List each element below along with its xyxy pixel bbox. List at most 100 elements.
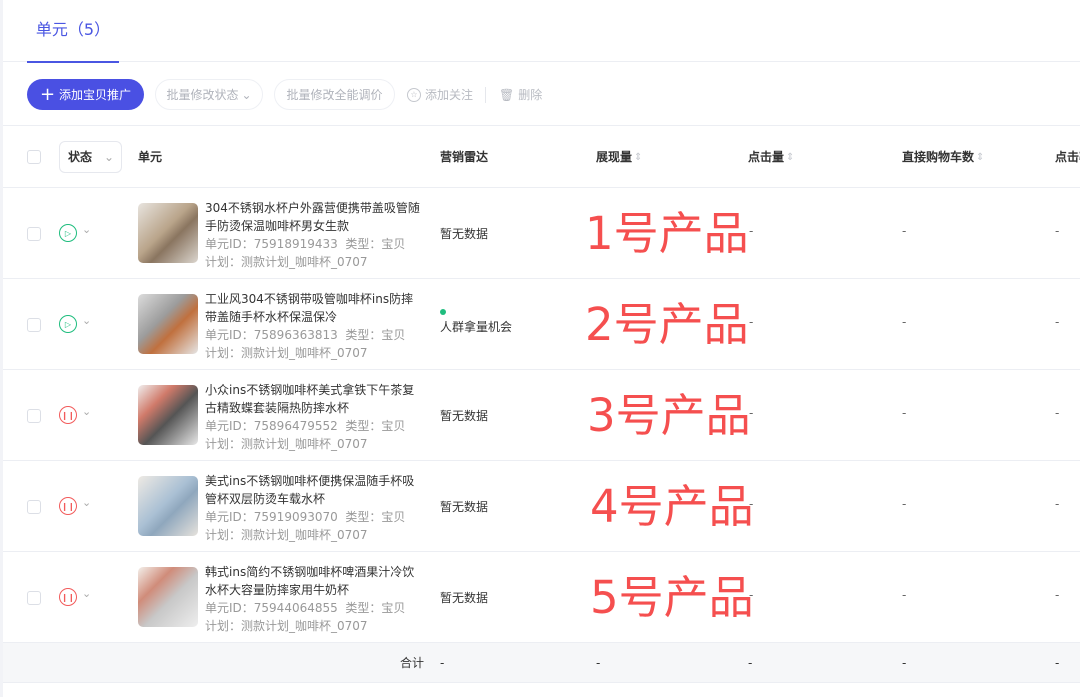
unit-type: 类型：宝贝 (345, 510, 406, 524)
product-thumbnail[interactable] (138, 567, 198, 627)
table-row: ❙❙ ⌄ 美式ins不锈钢咖啡杯便携保温随手杯吸管杯双层防烫车载水杯 单元ID：… (3, 461, 1080, 552)
unit-info: 工业风304不锈钢带吸管咖啡杯ins防摔带盖随手杯水杯保温保冷 单元ID：758… (205, 290, 425, 362)
chevron-down-icon[interactable]: ⌄ (82, 587, 91, 600)
ctr-value: - (1055, 315, 1060, 329)
row-checkbox[interactable] (27, 318, 41, 332)
ctr-value: - (1055, 406, 1060, 420)
unit-type: 类型：宝贝 (345, 419, 406, 433)
unit-type: 类型：宝贝 (345, 601, 406, 615)
unit-id: 单元ID：75896479552 (205, 419, 338, 433)
play-circle-icon[interactable]: ▷ (59, 315, 77, 333)
delete-label: 删除 (518, 88, 543, 102)
product-annotation: 5号产品 (590, 571, 754, 624)
row-checkbox[interactable] (27, 409, 41, 423)
chevron-down-icon[interactable]: ⌄ (82, 496, 91, 509)
radar-header: 营销雷达 (440, 150, 489, 164)
product-thumbnail[interactable] (138, 294, 198, 354)
status-dot-icon (440, 309, 446, 315)
cart-value: - (902, 406, 907, 420)
cart-value: - (902, 497, 907, 511)
unit-header: 单元 (138, 150, 163, 164)
ctr-value: - (1055, 224, 1060, 238)
divider (485, 87, 486, 103)
radar-value: 暂无数据 (440, 500, 489, 514)
delete-button[interactable]: 🗑 删除 (499, 79, 542, 110)
unit-type: 类型：宝贝 (345, 237, 406, 251)
pause-circle-icon[interactable]: ❙❙ (59, 497, 77, 515)
product-title[interactable]: 工业风304不锈钢带吸管咖啡杯ins防摔带盖随手杯水杯保温保冷 (205, 290, 425, 326)
radar-value: 暂无数据 (440, 227, 489, 241)
ctr-value: - (1055, 588, 1060, 602)
unit-info: 美式ins不锈钢咖啡杯便携保温随手杯吸管杯双层防烫车载水杯 单元ID：75919… (205, 472, 425, 544)
batch-price-button[interactable]: 批量修改全能调价 (274, 79, 395, 110)
impressions-header[interactable]: 展现量 ⇕ (596, 127, 642, 188)
chevron-down-icon[interactable]: ⌄ (82, 405, 91, 418)
cart-value: - (902, 588, 907, 602)
chevron-down-icon[interactable]: ⌄ (82, 223, 91, 236)
cart-header[interactable]: 直接购物车数 ⇕ (902, 127, 984, 188)
table-row: ▷ ⌄ 304不锈钢水杯户外露营便携带盖吸管随手防烫保温咖啡杯男女生款 单元ID… (3, 188, 1080, 279)
table-header: 状态⌄ 单元 营销雷达 展现量⇕ 点击量⇕ 直接购物车数⇕ 点击率 (3, 127, 1080, 188)
add-follow-button[interactable]: ☆ 添加关注 (407, 79, 473, 110)
total-ctr: - (1055, 656, 1060, 670)
product-thumbnail[interactable] (138, 203, 198, 263)
star-circle-icon: ☆ (407, 87, 421, 102)
total-label: 合计 (400, 656, 425, 670)
unit-info: 韩式ins简约不锈钢咖啡杯啤酒果汁冷饮水杯大容量防摔家用牛奶杯 单元ID：759… (205, 563, 425, 635)
row-checkbox[interactable] (27, 500, 41, 514)
plan-name: 计划：测款计划_咖啡杯_0707 (205, 255, 368, 269)
add-item-promotion-button[interactable]: + 添加宝贝推广 (27, 79, 144, 110)
total-clicks: - (748, 656, 753, 670)
select-all-checkbox[interactable] (27, 150, 41, 164)
total-impressions: - (596, 656, 601, 670)
chevron-down-icon[interactable]: ⌄ (82, 314, 91, 327)
radar-value: 暂无数据 (440, 591, 489, 605)
impressions-label: 展现量 (596, 150, 633, 164)
chevron-down-icon: ⌄ (241, 87, 252, 102)
unit-id: 单元ID：75919093070 (205, 510, 338, 524)
unit-type: 类型：宝贝 (345, 328, 406, 342)
total-row: 合计 - - - - - (3, 643, 1080, 683)
pause-circle-icon[interactable]: ❙❙ (59, 588, 77, 606)
cart-label: 直接购物车数 (902, 150, 975, 164)
row-checkbox[interactable] (27, 591, 41, 605)
play-circle-icon[interactable]: ▷ (59, 224, 77, 242)
cart-value: - (902, 315, 907, 329)
plan-name: 计划：测款计划_咖啡杯_0707 (205, 528, 368, 542)
total-cart: - (902, 656, 907, 670)
product-thumbnail[interactable] (138, 476, 198, 536)
product-annotation: 1号产品 (585, 207, 749, 260)
plan-name: 计划：测款计划_咖啡杯_0707 (205, 437, 368, 451)
product-title[interactable]: 美式ins不锈钢咖啡杯便携保温随手杯吸管杯双层防烫车载水杯 (205, 472, 425, 508)
total-radar: - (440, 656, 445, 670)
product-title[interactable]: 韩式ins简约不锈钢咖啡杯啤酒果汁冷饮水杯大容量防摔家用牛奶杯 (205, 563, 425, 599)
pause-circle-icon[interactable]: ❙❙ (59, 406, 77, 424)
product-annotation: 4号产品 (590, 480, 754, 533)
sort-icon: ⇕ (786, 151, 795, 163)
toolbar: + 添加宝贝推广 批量修改状态 ⌄ 批量修改全能调价 ☆ 添加关注 🗑 删除 (3, 62, 1080, 126)
unit-id: 单元ID：75896363813 (205, 328, 338, 342)
chevron-down-icon: ⌄ (103, 150, 114, 164)
ctr-header[interactable]: 点击率 (1055, 127, 1080, 187)
tab-bar: 单元（5） (3, 0, 1080, 63)
batch-status-button[interactable]: 批量修改状态 ⌄ (155, 79, 263, 110)
unit-id: 单元ID：75918919433 (205, 237, 338, 251)
radar-label: 人群拿量机会 (440, 320, 513, 334)
table-row: ❙❙ ⌄ 小众ins不锈钢咖啡杯美式拿铁下午茶复古精致蝶套装隔热防摔水杯 单元I… (3, 370, 1080, 461)
row-checkbox[interactable] (27, 227, 41, 241)
sort-icon: ⇕ (634, 151, 643, 163)
product-thumbnail[interactable] (138, 385, 198, 445)
radar-value[interactable]: 人群拿量机会 (440, 304, 512, 335)
clicks-value: - (749, 315, 754, 329)
status-header: 状态 (68, 150, 93, 164)
unit-id: 单元ID：75944064855 (205, 601, 338, 615)
product-annotation: 3号产品 (587, 389, 751, 442)
product-title[interactable]: 304不锈钢水杯户外露营便携带盖吸管随手防烫保温咖啡杯男女生款 (205, 199, 425, 235)
clicks-header[interactable]: 点击量 ⇕ (748, 127, 794, 188)
radar-value: 暂无数据 (440, 409, 489, 423)
plan-name: 计划：测款计划_咖啡杯_0707 (205, 619, 368, 633)
tab-units[interactable]: 单元（5） (27, 0, 119, 63)
product-title[interactable]: 小众ins不锈钢咖啡杯美式拿铁下午茶复古精致蝶套装隔热防摔水杯 (205, 381, 425, 417)
status-filter-select[interactable]: 状态 ⌄ (59, 141, 122, 173)
unit-info: 小众ins不锈钢咖啡杯美式拿铁下午茶复古精致蝶套装隔热防摔水杯 单元ID：758… (205, 381, 425, 453)
